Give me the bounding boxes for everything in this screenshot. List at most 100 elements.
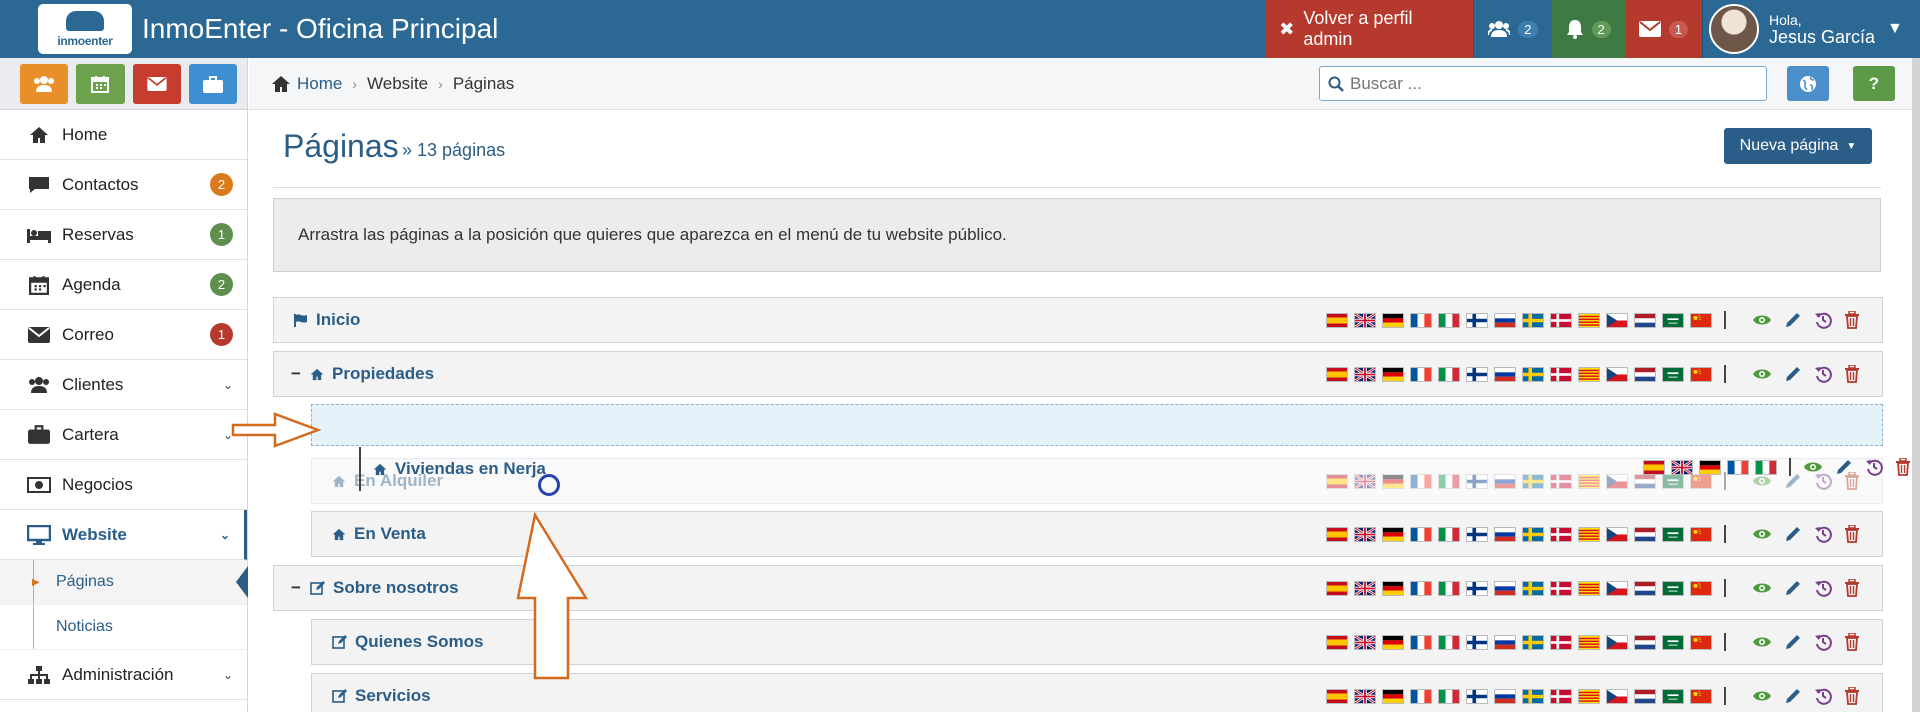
dragged-page-item[interactable]: Viviendas en Nerja: [359, 446, 1911, 492]
flag-ru-icon[interactable]: [1494, 688, 1516, 704]
flag-fi-icon[interactable]: [1466, 580, 1488, 596]
flag-fr-icon[interactable]: [1410, 526, 1432, 542]
pencil-icon[interactable]: [1784, 579, 1802, 597]
collapse-toggle[interactable]: −: [288, 364, 304, 384]
flag-es-icon[interactable]: [1326, 688, 1348, 704]
history-icon[interactable]: [1814, 579, 1832, 597]
flag-nl-icon[interactable]: [1634, 688, 1656, 704]
flag-dk-icon[interactable]: [1550, 580, 1572, 596]
globe-button[interactable]: [1787, 66, 1829, 101]
flag-de-icon[interactable]: [1382, 634, 1404, 650]
flag-dk-icon[interactable]: [1550, 526, 1572, 542]
page-row[interactable]: − Sobre nosotros: [273, 565, 1883, 611]
sidebar-item-reservas[interactable]: Reservas 1: [0, 210, 247, 260]
flag-fi-icon[interactable]: [1466, 526, 1488, 542]
history-icon[interactable]: [1814, 687, 1832, 705]
sidebar-item-cartera[interactable]: Cartera ⌄: [0, 410, 247, 460]
history-icon[interactable]: [1814, 311, 1832, 329]
trash-icon[interactable]: [1844, 525, 1860, 543]
flag-sa-icon[interactable]: [1662, 634, 1684, 650]
logo[interactable]: inmoenter: [38, 4, 132, 54]
flag-dk-icon[interactable]: [1550, 312, 1572, 328]
flag-fi-icon[interactable]: [1466, 312, 1488, 328]
messages-button[interactable]: 1: [1624, 0, 1702, 58]
flag-ru-icon[interactable]: [1494, 366, 1516, 382]
flag-cz-icon[interactable]: [1606, 580, 1628, 596]
flag-se-icon[interactable]: [1522, 580, 1544, 596]
flag-cn-icon[interactable]: [1690, 526, 1712, 542]
flag-de-icon[interactable]: [1382, 366, 1404, 382]
flag-cn-icon[interactable]: [1690, 688, 1712, 704]
flag-gb-icon[interactable]: [1354, 688, 1376, 704]
page-row[interactable]: Inicio: [273, 297, 1883, 343]
flag-fi-icon[interactable]: [1466, 634, 1488, 650]
flag-cz-icon[interactable]: [1606, 526, 1628, 542]
flag-fr-icon[interactable]: [1410, 366, 1432, 382]
flag-es-icon[interactable]: [1326, 580, 1348, 596]
flag-ca-icon[interactable]: [1578, 526, 1600, 542]
flag-de-icon[interactable]: [1382, 580, 1404, 596]
flag-ru-icon[interactable]: [1494, 634, 1516, 650]
flag-de-icon[interactable]: [1382, 526, 1404, 542]
flag-fi-icon[interactable]: [1466, 366, 1488, 382]
flag-cn-icon[interactable]: [1690, 634, 1712, 650]
trash-icon[interactable]: [1844, 579, 1860, 597]
flag-it-icon[interactable]: [1438, 688, 1460, 704]
flag-cz-icon[interactable]: [1606, 366, 1628, 382]
trash-icon[interactable]: [1844, 687, 1860, 705]
eye-icon[interactable]: [1803, 460, 1823, 474]
sidebar-subitem-paginas[interactable]: ▶ Páginas: [0, 560, 248, 605]
flag-fr-icon[interactable]: [1410, 580, 1432, 596]
flag-nl-icon[interactable]: [1634, 634, 1656, 650]
pencil-icon[interactable]: [1784, 311, 1802, 329]
flag-it-icon[interactable]: [1438, 580, 1460, 596]
pencil-icon[interactable]: [1784, 365, 1802, 383]
sidebar-item-contactos[interactable]: Contactos 2: [0, 160, 247, 210]
pencil-icon[interactable]: [1784, 525, 1802, 543]
flag-it-icon[interactable]: [1438, 526, 1460, 542]
flag-ca-icon[interactable]: [1578, 580, 1600, 596]
sidebar-item-agenda[interactable]: Agenda 2: [0, 260, 247, 310]
flag-dk-icon[interactable]: [1550, 634, 1572, 650]
eye-icon[interactable]: [1752, 527, 1772, 541]
page-row[interactable]: En Venta: [311, 511, 1883, 557]
flag-gb-icon[interactable]: [1354, 526, 1376, 542]
trash-icon[interactable]: [1844, 365, 1860, 383]
flag-gb-icon[interactable]: [1354, 312, 1376, 328]
flag-fr-icon[interactable]: [1727, 459, 1749, 475]
flag-ru-icon[interactable]: [1494, 312, 1516, 328]
new-page-button[interactable]: Nueva página ▼: [1724, 128, 1872, 164]
flag-dk-icon[interactable]: [1550, 366, 1572, 382]
flag-it-icon[interactable]: [1438, 634, 1460, 650]
page-row[interactable]: − Propiedades: [273, 351, 1883, 397]
flag-sa-icon[interactable]: [1662, 688, 1684, 704]
notifications-button[interactable]: 2: [1551, 0, 1625, 58]
flag-ca-icon[interactable]: [1578, 634, 1600, 650]
flag-gb-icon[interactable]: [1354, 366, 1376, 382]
quick-contacts-button[interactable]: [20, 64, 69, 104]
flag-cz-icon[interactable]: [1606, 634, 1628, 650]
flag-se-icon[interactable]: [1522, 366, 1544, 382]
pencil-icon[interactable]: [1784, 633, 1802, 651]
eye-icon[interactable]: [1752, 581, 1772, 595]
collapse-toggle[interactable]: −: [288, 578, 304, 598]
flag-de-icon[interactable]: [1699, 459, 1721, 475]
sidebar-item-negocios[interactable]: Negocios: [0, 460, 247, 510]
breadcrumb-website[interactable]: Website: [367, 74, 428, 94]
flag-cz-icon[interactable]: [1606, 688, 1628, 704]
flag-se-icon[interactable]: [1522, 312, 1544, 328]
back-to-admin-button[interactable]: ✖ Volver a perfil admin: [1265, 0, 1474, 58]
flag-sa-icon[interactable]: [1662, 312, 1684, 328]
eye-icon[interactable]: [1752, 313, 1772, 327]
flag-es-icon[interactable]: [1326, 366, 1348, 382]
history-icon[interactable]: [1814, 525, 1832, 543]
flag-sa-icon[interactable]: [1662, 526, 1684, 542]
flag-de-icon[interactable]: [1382, 688, 1404, 704]
flag-nl-icon[interactable]: [1634, 580, 1656, 596]
flag-cn-icon[interactable]: [1690, 580, 1712, 596]
flag-es-icon[interactable]: [1326, 526, 1348, 542]
eye-icon[interactable]: [1752, 689, 1772, 703]
history-icon[interactable]: [1865, 458, 1883, 476]
pencil-icon[interactable]: [1784, 687, 1802, 705]
sidebar-item-administracion[interactable]: Administración ⌄: [0, 650, 247, 700]
